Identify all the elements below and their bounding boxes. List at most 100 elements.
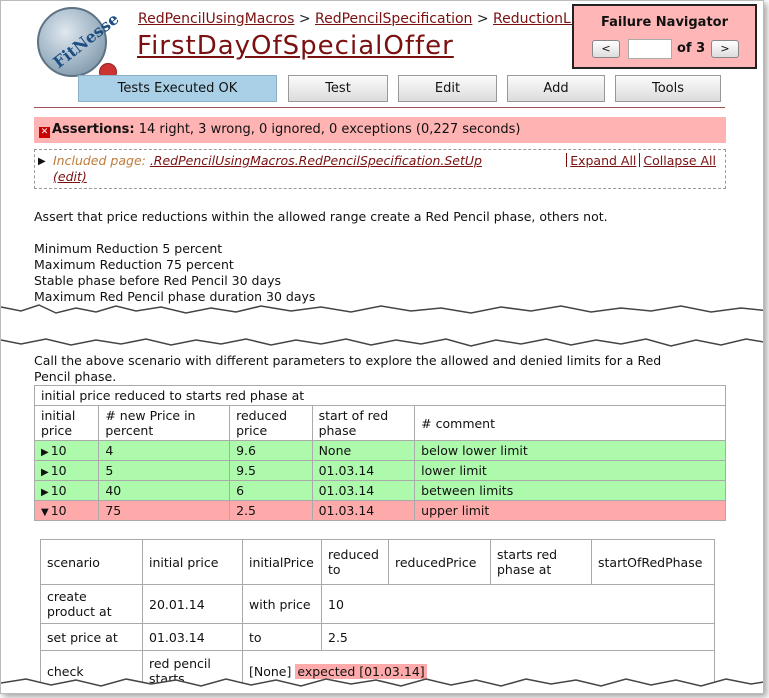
table-title: initial price reduced to starts red phas… — [34, 385, 726, 406]
tools-button[interactable]: Tools — [615, 75, 721, 102]
collapse-all-link[interactable]: Collapse All — [640, 153, 719, 168]
header-line: price — [236, 423, 268, 438]
param-line: Minimum Reduction 5 percent — [34, 241, 223, 256]
column-header: initial price — [33, 405, 100, 441]
scenario-cell: create product at — [40, 584, 143, 624]
table-row: ▼ 10 75 2.5 01.03.14 upper limit — [33, 500, 726, 521]
scenario-cell: startOfRedPhase — [591, 539, 715, 585]
table-cell: between limits — [414, 480, 726, 501]
test-button[interactable]: Test — [288, 75, 388, 102]
expand-triangle-icon[interactable]: ▶ — [38, 156, 46, 167]
header-line: start of red — [318, 408, 389, 423]
table-cell[interactable]: ▶ 10 — [33, 480, 100, 501]
scenario-cell: starts red phase at — [490, 539, 592, 585]
table-cell: 01.03.14 — [311, 460, 416, 481]
next-failure-button[interactable]: > — [711, 40, 739, 58]
scenario-cell: reduced to — [321, 539, 389, 585]
table-cell[interactable]: ▶ 10 — [33, 460, 100, 481]
table-cell: 9.6 — [229, 440, 313, 461]
description-intro: Assert that price reductions within the … — [34, 209, 608, 224]
header-line: percent — [105, 423, 154, 438]
scenario-row: create product at 20.01.14 with price 10 — [40, 584, 715, 624]
included-page-edit-link[interactable]: (edit) — [53, 169, 87, 184]
cell-text: 10 — [50, 443, 67, 458]
table-cell: 01.03.14 — [311, 500, 416, 521]
scenario-cell: set price at — [40, 623, 143, 651]
header-line: reduced — [236, 408, 288, 423]
table-cell: 01.03.14 — [311, 480, 416, 501]
table-title-row: initial price reduced to starts red phas… — [34, 385, 726, 406]
param-line: Maximum Reduction 75 percent — [34, 257, 234, 272]
scenario-cell: 10 — [321, 584, 715, 624]
edit-button[interactable]: Edit — [398, 75, 497, 102]
scenario-cell: to — [242, 623, 322, 651]
scenario-cell: with price — [242, 584, 322, 624]
logo-text: FitNesse — [49, 9, 123, 72]
scenario-row: set price at 01.03.14 to 2.5 — [40, 623, 715, 651]
table-header-row: initial price # new Price in percent reduc… — [33, 405, 726, 441]
breadcrumb: RedPencilUsingMacros > RedPencilSpecific… — [138, 11, 605, 27]
scenario-cell: 20.01.14 — [142, 584, 243, 624]
assertions-label: Assertions: — [52, 122, 135, 137]
page-title[interactable]: FirstDayOfSpecialOffer — [137, 31, 454, 61]
expand-arrow-icon[interactable]: ▶ — [41, 467, 49, 478]
param-line: Stable phase before Red Pencil 30 days — [34, 273, 282, 288]
breadcrumb-link-1[interactable]: RedPencilUsingMacros — [138, 11, 294, 27]
decision-table: initial price reduced to starts red phas… — [33, 385, 726, 521]
assertions-bar: ✕ Assertions: 14 right, 3 wrong, 0 ignore… — [34, 117, 726, 143]
add-button[interactable]: Add — [507, 75, 605, 102]
table-cell: lower limit — [414, 460, 726, 481]
header-line: phase — [318, 423, 357, 438]
table-row: ▶ 10 4 9.6 None below lower limit — [33, 440, 726, 461]
table-cell: None — [311, 440, 416, 461]
table-row: ▶ 10 40 6 01.03.14 between limits — [33, 480, 726, 501]
expand-arrow-icon[interactable]: ▶ — [41, 487, 49, 498]
failure-navigator-title: Failure Navigator — [600, 15, 729, 30]
assertions-summary: 14 right, 3 wrong, 0 ignored, 0 exceptio… — [138, 122, 521, 137]
scenario-cell: initialPrice — [242, 539, 322, 585]
fail-icon: ✕ — [39, 127, 50, 138]
scenario-cell: 2.5 — [321, 623, 715, 651]
scenario-table: scenario initial price initialPrice redu… — [40, 539, 715, 692]
table-cell: 40 — [98, 480, 231, 501]
included-page-box: ▶ Included page: .RedPencilUsingMacros.R… — [34, 149, 726, 189]
table-cell: 75 — [98, 500, 231, 521]
column-header: # new Price in percent — [98, 405, 231, 441]
table-cell[interactable]: ▶ 10 — [33, 440, 100, 461]
column-header: reduced price — [229, 405, 313, 441]
scenario-cell: 01.03.14 — [142, 623, 243, 651]
included-page-label: Included page: — [53, 153, 146, 168]
breadcrumb-separator: > — [298, 11, 311, 27]
expand-arrow-icon[interactable]: ▶ — [41, 447, 49, 458]
expand-all-link[interactable]: Expand All — [567, 153, 639, 168]
cell-text: 10 — [50, 503, 67, 518]
header-line: # new Price in — [105, 408, 196, 423]
cell-text: 10 — [50, 483, 67, 498]
table-cell[interactable]: ▼ 10 — [33, 500, 100, 521]
included-page-link[interactable]: .RedPencilUsingMacros.RedPencilSpecifica… — [150, 153, 482, 168]
table-cell: 2.5 — [229, 500, 313, 521]
table-cell: 4 — [98, 440, 231, 461]
scenario-cell: initial price — [142, 539, 243, 585]
torn-edge-bottom — [1, 678, 763, 693]
header-line: price — [41, 423, 73, 438]
scenario-cell: reducedPrice — [388, 539, 491, 585]
expand-collapse-controls: Expand All Collapse All — [566, 153, 719, 168]
torn-edge-divider — [1, 304, 763, 347]
included-page-line: Included page: .RedPencilUsingMacros.Red… — [53, 153, 482, 168]
header-line: initial — [41, 408, 76, 423]
breadcrumb-link-2[interactable]: RedPencilSpecification — [315, 11, 472, 27]
divider — [34, 107, 725, 108]
failure-navigator: Failure Navigator < of 3 > — [572, 4, 757, 69]
table-cell: below lower limit — [414, 440, 726, 461]
test-status-button[interactable]: Tests Executed OK — [78, 75, 277, 102]
prev-failure-button[interactable]: < — [592, 40, 620, 58]
failure-index-input[interactable] — [628, 39, 672, 59]
collapse-arrow-icon[interactable]: ▼ — [41, 507, 49, 518]
call-text-line-1: Call the above scenario with different p… — [34, 353, 662, 368]
breadcrumb-separator: > — [476, 11, 489, 27]
table-cell: upper limit — [414, 500, 726, 521]
table-cell: 5 — [98, 460, 231, 481]
scenario-cell: scenario — [40, 539, 143, 585]
fitnesse-logo[interactable]: FitNesse — [37, 7, 122, 81]
